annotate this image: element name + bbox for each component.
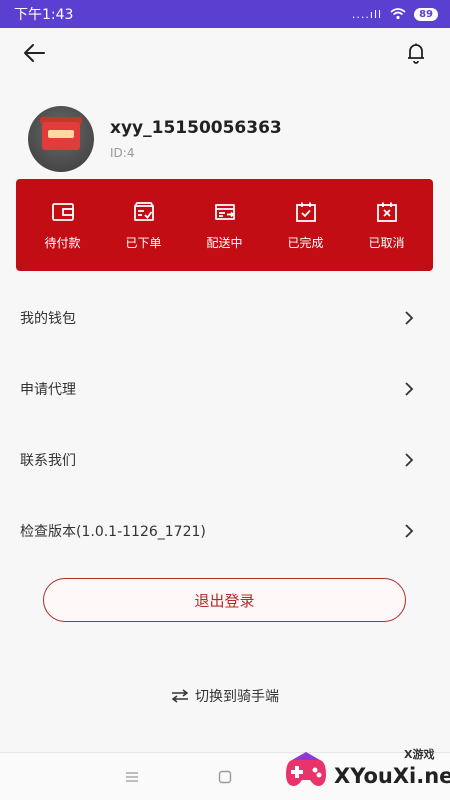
menu-nav-icon[interactable] bbox=[122, 767, 142, 787]
order-pending-payment[interactable]: 待付款 bbox=[28, 200, 98, 251]
order-check-icon bbox=[133, 201, 154, 221]
order-status-bar: 待付款 已下单 配送中 已完成 已取消 bbox=[16, 179, 433, 271]
switch-to-rider-link[interactable]: 切换到骑手端 bbox=[0, 686, 450, 706]
menu-item-label: 申请代理 bbox=[20, 381, 76, 398]
menu-item-apply-agent[interactable]: 申请代理 bbox=[0, 353, 450, 424]
calendar-check-icon bbox=[295, 202, 316, 222]
chevron-right-icon bbox=[405, 381, 414, 396]
wallet-icon bbox=[51, 202, 74, 221]
order-cancelled[interactable]: 已取消 bbox=[352, 200, 422, 251]
wifi-icon bbox=[390, 8, 406, 20]
bell-icon[interactable] bbox=[402, 39, 430, 67]
top-bar bbox=[0, 28, 450, 78]
menu-item-wallet[interactable]: 我的钱包 bbox=[0, 282, 450, 353]
menu-item-contact-us[interactable]: 联系我们 bbox=[0, 424, 450, 495]
watermark-text: XYouXi.net bbox=[334, 764, 450, 788]
order-label: 已完成 bbox=[287, 235, 324, 250]
avatar-envelope bbox=[42, 122, 80, 150]
watermark: XYouXi.net X游戏 bbox=[282, 744, 450, 800]
menu-item-label: 检查版本(1.0.1-1126_1721) bbox=[20, 523, 206, 540]
order-completed[interactable]: 已完成 bbox=[271, 200, 341, 251]
menu-item-check-version[interactable]: 检查版本(1.0.1-1126_1721) bbox=[0, 495, 450, 566]
profile-section: xyy_15150056363 ID:4 bbox=[0, 78, 450, 178]
chevron-right-icon bbox=[405, 452, 414, 467]
order-label: 已取消 bbox=[368, 235, 405, 250]
avatar[interactable] bbox=[28, 106, 94, 172]
profile-text: xyy_15150056363 ID:4 bbox=[110, 118, 282, 160]
chevron-right-icon bbox=[405, 523, 414, 538]
swap-arrows-icon bbox=[171, 689, 189, 703]
calendar-cancel-icon bbox=[376, 202, 397, 222]
watermark-cn: X游戏 bbox=[404, 748, 435, 761]
order-delivering[interactable]: 配送中 bbox=[190, 200, 260, 251]
status-indicators: ....ıll 89 bbox=[351, 7, 438, 21]
back-arrow-icon[interactable] bbox=[20, 39, 48, 67]
switch-label: 切换到骑手端 bbox=[195, 689, 279, 705]
chevron-right-icon bbox=[405, 310, 414, 325]
battery-indicator: 89 bbox=[414, 7, 438, 21]
order-label: 已下单 bbox=[125, 235, 162, 250]
username: xyy_15150056363 bbox=[110, 118, 282, 138]
order-placed[interactable]: 已下单 bbox=[109, 200, 179, 251]
delivery-icon bbox=[214, 203, 235, 220]
order-label: 配送中 bbox=[206, 235, 243, 250]
status-bar: 下午1:43 ....ıll 89 bbox=[0, 0, 450, 28]
status-time: 下午1:43 bbox=[14, 7, 74, 23]
gamepad-logo-icon bbox=[286, 752, 326, 786]
menu-item-label: 联系我们 bbox=[20, 452, 76, 469]
home-nav-icon[interactable] bbox=[215, 767, 235, 787]
menu-item-label: 我的钱包 bbox=[20, 310, 76, 327]
signal-icon: ....ıll bbox=[351, 7, 383, 21]
order-label: 待付款 bbox=[44, 235, 81, 250]
menu-list: 我的钱包 申请代理 联系我们 检查版本(1.0.1-1126_1721) bbox=[0, 282, 450, 566]
user-id: ID:4 bbox=[110, 146, 135, 160]
logout-button[interactable]: 退出登录 bbox=[43, 578, 406, 622]
